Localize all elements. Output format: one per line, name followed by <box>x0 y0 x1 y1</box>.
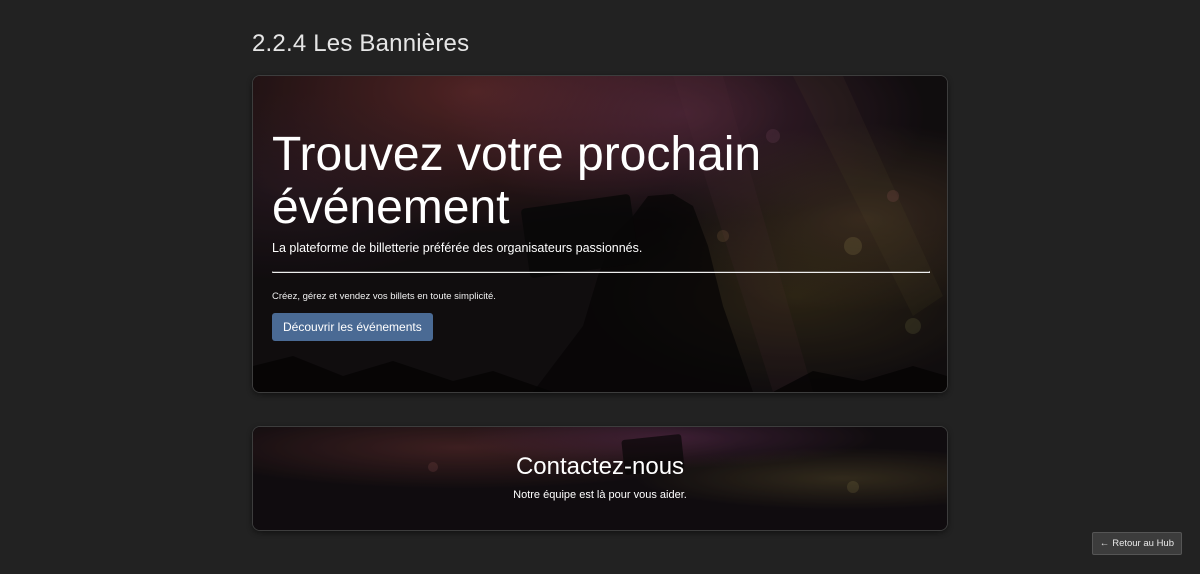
contact-subtitle: Notre équipe est là pour vous aider. <box>513 489 687 501</box>
page: 2.2.4 Les Bannières Trouvez votre procha… <box>0 0 1200 574</box>
section-title: 2.2.4 Les Bannières <box>252 30 470 57</box>
hero-banner-content: Trouvez votre prochain événement La plat… <box>253 76 947 392</box>
arrow-left-icon: ← <box>1099 538 1110 549</box>
hero-banner: Trouvez votre prochain événement La plat… <box>252 75 948 393</box>
hero-divider <box>272 271 930 273</box>
hero-heading: Trouvez votre prochain événement <box>272 128 762 234</box>
back-to-hub-button[interactable]: ← Retour au Hub <box>1091 532 1182 555</box>
hero-body-text: Créez, gérez et vendez vos billets en to… <box>272 291 496 302</box>
hero-lead-text: La plateforme de billetterie préférée de… <box>272 241 643 255</box>
contact-title: Contactez-nous <box>515 453 685 480</box>
discover-events-button[interactable]: Découvrir les événements <box>272 313 433 341</box>
contact-banner: Contactez-nous Notre équipe est là pour … <box>252 426 948 531</box>
contact-banner-content: Contactez-nous Notre équipe est là pour … <box>253 427 947 530</box>
back-to-hub-label: Retour au Hub <box>1112 538 1174 549</box>
